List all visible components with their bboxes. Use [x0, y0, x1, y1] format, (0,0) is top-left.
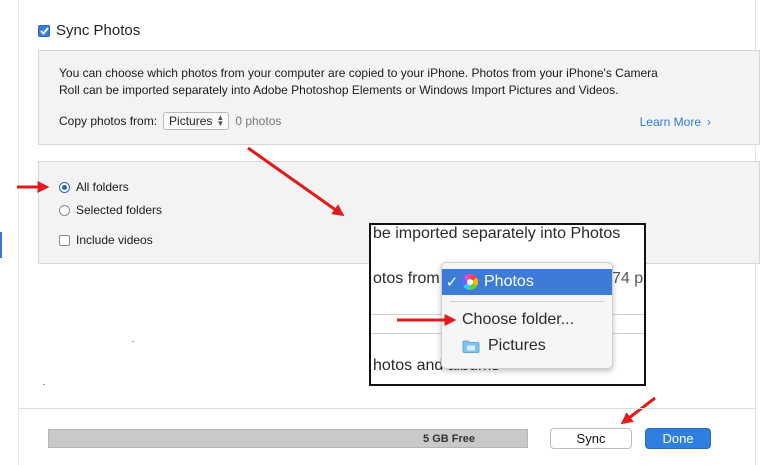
menu-item-photos[interactable]: ✓ Photos [442, 269, 612, 295]
menu-item-pictures-label: Pictures [488, 337, 546, 354]
photo-source-description: You can choose which photos from your co… [59, 65, 719, 99]
folder-icon [462, 340, 480, 353]
photos-app-icon [462, 274, 478, 290]
chevron-right-icon: › [707, 115, 711, 129]
include-videos-label: Include videos [76, 233, 153, 247]
arrow-to-sync-button [620, 396, 656, 425]
sync-photos-checkbox[interactable] [38, 24, 50, 37]
all-folders-label: All folders [76, 180, 129, 194]
zoom-text-left: otos from [373, 270, 440, 287]
left-window-edge [0, 0, 19, 465]
stray-dot [43, 384, 45, 385]
learn-more-link[interactable]: Learn More › [640, 115, 711, 129]
all-folders-option[interactable]: All folders [59, 180, 129, 194]
source-dropdown-menu: ✓ Photos Choose folder... Pictures [441, 262, 613, 369]
zoom-text-top: be imported separately into Photos [373, 225, 621, 242]
include-videos-option[interactable]: Include videos [59, 233, 153, 247]
menu-item-choose-folder-label: Choose folder... [462, 311, 575, 328]
copy-photos-select[interactable]: Pictures ▲ ▼ [163, 112, 230, 130]
photo-source-panel: You can choose which photos from your co… [38, 50, 760, 145]
copy-photos-select-value: Pictures [169, 114, 213, 128]
learn-more-label: Learn More [639, 115, 701, 129]
checkmark-icon: ✓ [445, 274, 459, 291]
selected-folders-radio[interactable] [59, 204, 70, 216]
copy-photos-label: Copy photos from: [59, 114, 158, 128]
selected-folders-label: Selected folders [76, 203, 163, 217]
zoomed-callout: be imported separately into Photos otos … [369, 223, 646, 386]
sync-photos-title: Sync Photos [56, 22, 141, 39]
checkmark-icon [39, 26, 49, 35]
menu-item-choose-folder[interactable]: Choose folder... [442, 307, 612, 333]
select-stepper-icon: ▲ ▼ [216, 113, 225, 128]
menu-item-pictures[interactable]: Pictures [442, 333, 612, 359]
sync-button[interactable]: Sync [550, 428, 632, 449]
zoom-text-right: 74 p [612, 270, 644, 287]
capacity-free-label: 5 GB Free [423, 432, 475, 445]
copy-photos-row: Copy photos from: Pictures ▲ ▼ 0 photos [59, 112, 281, 130]
sync-photos-header: Sync Photos [38, 22, 140, 39]
menu-separator [450, 301, 604, 302]
footer-divider [18, 408, 756, 409]
include-videos-checkbox[interactable] [59, 234, 70, 246]
all-folders-radio[interactable] [59, 181, 70, 193]
capacity-bar: 5 GB Free [48, 429, 528, 448]
selected-folders-option[interactable]: Selected folders [59, 203, 162, 217]
left-edge-marker [0, 232, 2, 258]
menu-item-photos-label: Photos [484, 273, 534, 290]
photo-count: 0 photos [235, 114, 282, 128]
done-button[interactable]: Done [645, 428, 711, 449]
description-line-1: You can choose which photos from your co… [59, 66, 658, 80]
stray-dot [132, 341, 134, 342]
description-line-2: Roll can be imported separately into Ado… [59, 83, 619, 97]
